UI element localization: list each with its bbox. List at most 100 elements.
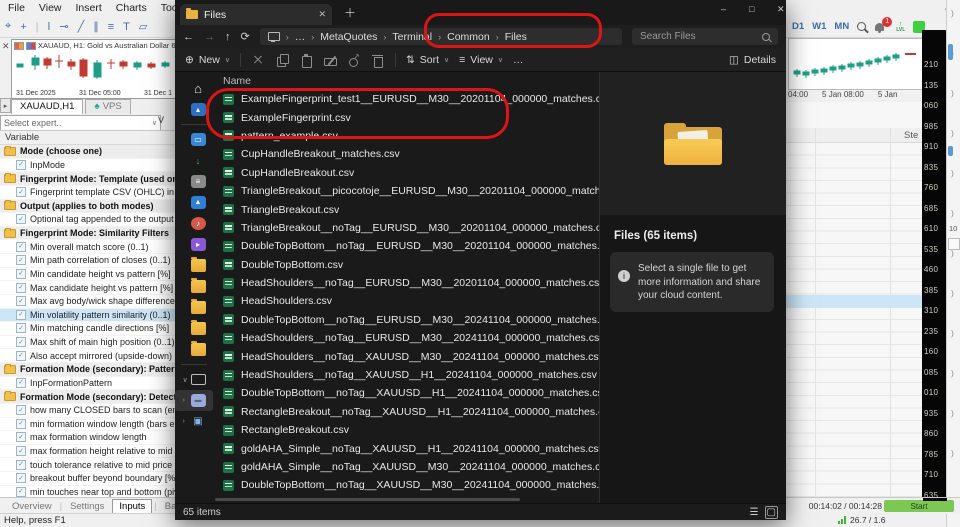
param-checkbox[interactable]: ✓ <box>16 283 26 293</box>
horizontal-line-tool-icon[interactable]: ⊸ <box>59 20 68 33</box>
crosshair-tool-icon[interactable]: + <box>20 21 26 33</box>
view-button[interactable]: ≡ View ∨ <box>459 54 503 66</box>
start-button[interactable]: Start <box>884 500 954 512</box>
cursor-tool-icon[interactable]: ⌖ <box>5 20 11 33</box>
param-row[interactable]: ✓ Min overall match score (0..1) <box>0 240 175 254</box>
details-toggle-button[interactable]: ◫ Details <box>729 54 776 66</box>
param-row[interactable]: ✓ Min path correlation of closes (0..1) <box>0 254 175 268</box>
param-row[interactable]: ✓ how many CLOSED bars to scan (ending a… <box>0 404 175 418</box>
horizontal-scrollbar[interactable] <box>215 498 520 501</box>
mt-chart-window[interactable]: XAUAUD, H1: Gold vs Australian Dollar 65… <box>11 39 177 99</box>
timeframe-w1[interactable]: W1 <box>812 21 826 32</box>
param-checkbox[interactable]: ✓ <box>16 323 26 333</box>
param-checkbox[interactable]: ✓ <box>16 310 26 320</box>
rename-icon[interactable] <box>323 53 337 67</box>
param-row[interactable]: ✓ min formation window length (bars endi… <box>0 418 175 432</box>
param-checkbox[interactable]: ✓ <box>16 432 26 442</box>
param-checkbox[interactable]: ✓ <box>16 378 26 388</box>
forward-icon[interactable]: → <box>204 31 215 43</box>
menu-insert[interactable]: Insert <box>76 2 102 14</box>
param-checkbox[interactable]: ✓ <box>16 473 26 483</box>
file-row[interactable]: TriangleBreakout__picocotoje__EURUSD__M3… <box>213 182 599 200</box>
sidebar-item[interactable] <box>175 360 213 369</box>
chevron-icon[interactable]: › <box>183 418 189 425</box>
file-row[interactable]: DoubleTopBottom__noTag__EURUSD__M30__202… <box>213 237 599 255</box>
cut-icon[interactable] <box>251 53 265 67</box>
param-row[interactable]: ✓ Max shift of main high position (0..1) <box>0 336 175 350</box>
param-checkbox[interactable]: ✓ <box>16 214 26 224</box>
sidebar-item[interactable]: ∨ <box>175 369 213 390</box>
minimize-icon[interactable]: – <box>721 4 726 14</box>
param-row[interactable]: ✓ Fingerprint Mode: Similarity Filters <box>0 227 175 241</box>
param-row[interactable]: ✓ Fingerprint Mode: Template (used only … <box>0 172 175 186</box>
sidebar-item[interactable] <box>175 297 213 318</box>
param-checkbox[interactable]: ✓ <box>16 269 26 279</box>
text-tool-icon[interactable]: T <box>123 21 130 33</box>
sort-button[interactable]: ⇅ Sort ∨ <box>406 54 449 66</box>
list-view-icon[interactable]: ☰ <box>750 507 759 518</box>
param-checkbox[interactable]: ✓ <box>16 460 26 470</box>
param-checkbox[interactable]: ✓ <box>16 160 26 170</box>
param-row[interactable]: ✓ Also accept mirrored (upside-down) pat… <box>0 349 175 363</box>
search-input[interactable]: Search Files <box>632 28 778 45</box>
refresh-icon[interactable]: ⟳ <box>241 30 250 43</box>
sidebar-item[interactable] <box>175 192 213 213</box>
tab-inputs[interactable]: Inputs <box>112 499 152 514</box>
param-row[interactable]: ✓ touch tolerance relative to mid price … <box>0 458 175 472</box>
sidebar-item[interactable] <box>175 276 213 297</box>
file-row[interactable]: goldAHA_Simple__noTag__XAUUSD__M30__2024… <box>213 458 599 476</box>
share-icon[interactable] <box>347 53 361 67</box>
back-icon[interactable]: ← <box>183 31 194 43</box>
scrollbar-thumb2[interactable] <box>948 146 953 156</box>
file-row[interactable]: CupHandleBreakout.csv <box>213 164 599 182</box>
param-row[interactable]: ✓ max formation height relative to mid p… <box>0 445 175 459</box>
sidebar-item[interactable]: › <box>175 390 213 411</box>
new-tab-icon[interactable]: ＋ <box>344 4 356 21</box>
param-row[interactable]: ✓ Min volatility pattern similarity (0..… <box>0 309 175 323</box>
breadcrumb-metaquotes[interactable]: MetaQuotes <box>320 31 377 43</box>
menu-view[interactable]: View <box>39 2 62 14</box>
tab-close-icon[interactable]: ✕ <box>318 9 326 20</box>
up-icon[interactable]: ↑ <box>225 31 231 43</box>
scrollbar-thumb[interactable] <box>948 44 953 60</box>
panel-close-icon[interactable]: ✕ <box>2 41 10 52</box>
file-row[interactable]: DoubleTopBottom__noTag__XAUUSD__M30__202… <box>213 476 599 494</box>
param-checkbox[interactable]: ✓ <box>16 405 26 415</box>
timeframe-d1[interactable]: D1 <box>792 21 804 32</box>
file-row[interactable]: HeadShoulders__noTag__XAUUSD__M30__20241… <box>213 347 599 365</box>
param-checkbox[interactable]: ✓ <box>16 487 26 497</box>
param-checkbox[interactable]: ✓ <box>16 242 26 252</box>
trendline-tool-icon[interactable]: ╱ <box>78 20 85 33</box>
vertical-line-tool-icon[interactable]: ǀ <box>48 21 51 33</box>
search-icon[interactable] <box>857 22 866 31</box>
tab-overview[interactable]: Overview <box>6 500 58 513</box>
sidebar-item[interactable] <box>175 234 213 255</box>
copy-icon[interactable] <box>275 53 289 67</box>
param-checkbox[interactable]: ✓ <box>16 296 26 306</box>
sidebar-item[interactable] <box>175 339 213 360</box>
gutter-button[interactable] <box>948 238 960 250</box>
sidebar-item[interactable]: › <box>175 411 213 432</box>
file-row[interactable]: CupHandleBreakout_matches.csv <box>213 145 599 163</box>
expert-v-button[interactable]: V <box>158 115 164 125</box>
expert-select[interactable]: Select expert.. ∨ <box>0 115 161 131</box>
close-icon[interactable]: ✕ <box>777 4 785 15</box>
timeframe-mn[interactable]: MN <box>834 21 849 32</box>
paste-icon[interactable] <box>299 53 313 67</box>
channel-tool-icon[interactable]: ∥ <box>93 20 99 33</box>
lvl-icon[interactable]: LVL <box>896 21 905 33</box>
file-row[interactable]: HeadShoulders__noTag__XAUUSD__H1__202411… <box>213 366 599 384</box>
file-row[interactable]: DoubleTopBottom__noTag__XAUUSD__H1__2024… <box>213 384 599 402</box>
param-row[interactable]: ✓ Formation Mode (secondary): Pattern <box>0 363 175 377</box>
menu-charts[interactable]: Charts <box>116 2 147 14</box>
param-checkbox[interactable]: ✓ <box>16 419 26 429</box>
new-button[interactable]: ⊕ New ∨ <box>185 54 230 66</box>
sidebar-item[interactable] <box>175 255 213 276</box>
param-row[interactable]: ✓ InpFormationPattern <box>0 377 175 391</box>
param-row[interactable]: ✓ Output (applies to both modes) <box>0 200 175 214</box>
sidebar-item[interactable] <box>175 318 213 339</box>
icons-view-icon[interactable]: ▢ <box>765 506 778 519</box>
param-checkbox[interactable]: ✓ <box>16 351 26 361</box>
chevron-icon[interactable]: › <box>183 397 189 404</box>
param-row[interactable]: ✓ InpMode <box>0 159 175 173</box>
